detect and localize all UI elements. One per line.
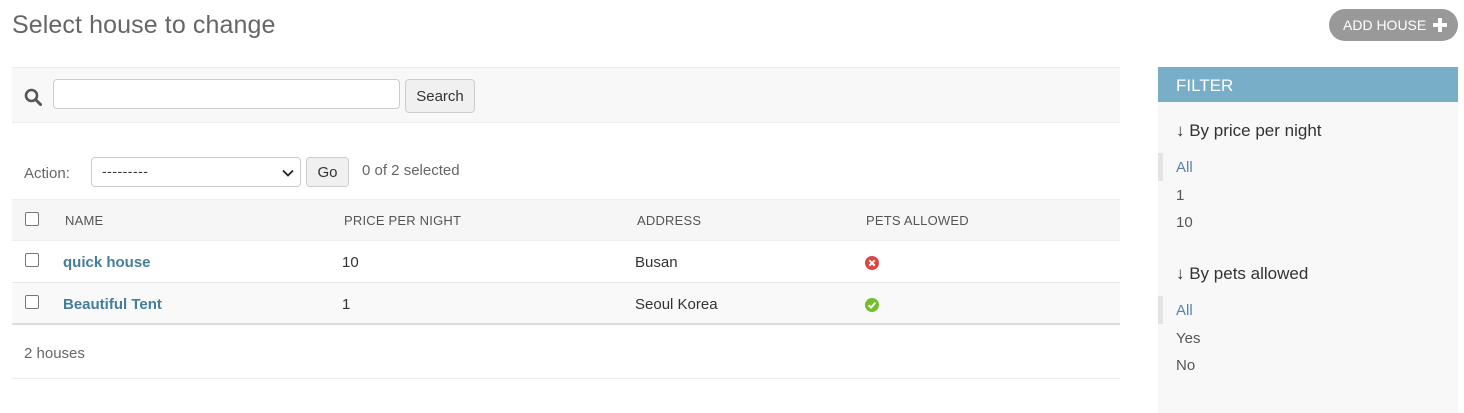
result-count: 2 houses bbox=[24, 345, 85, 362]
action-label: Action: bbox=[24, 165, 70, 182]
table-header: NAME PRICE PER NIGHT ADDRESS PETS ALLOWE… bbox=[12, 199, 1120, 241]
search-button[interactable]: Search bbox=[405, 79, 475, 113]
selected-count: 0 of 2 selected bbox=[362, 162, 460, 179]
search-input[interactable] bbox=[53, 79, 400, 109]
no-icon bbox=[865, 256, 879, 270]
address-cell: Busan bbox=[635, 254, 678, 271]
address-cell: Seoul Korea bbox=[635, 296, 718, 313]
action-select[interactable]: --------- bbox=[91, 157, 301, 187]
price-cell: 1 bbox=[342, 296, 351, 313]
column-header-price[interactable]: PRICE PER NIGHT bbox=[344, 213, 461, 228]
row-checkbox[interactable] bbox=[25, 295, 39, 309]
plus-icon bbox=[1433, 18, 1447, 32]
filter-price-10[interactable]: 10 bbox=[1176, 214, 1193, 231]
chevron-down-icon bbox=[282, 169, 294, 177]
filter-price-1[interactable]: 1 bbox=[1176, 187, 1184, 204]
house-name-link[interactable]: quick house bbox=[63, 254, 151, 271]
select-all-checkbox[interactable] bbox=[25, 212, 39, 226]
filter-price-all[interactable]: All bbox=[1176, 159, 1193, 176]
filter-group-price-title: ↓ By price per night bbox=[1176, 121, 1322, 140]
table-row: quick house 10 Busan bbox=[12, 241, 1120, 283]
result-table: NAME PRICE PER NIGHT ADDRESS PETS ALLOWE… bbox=[12, 199, 1120, 325]
yes-icon bbox=[865, 298, 879, 312]
search-icon bbox=[24, 88, 42, 106]
actions-bar: Action: --------- Go 0 of 2 selected bbox=[12, 150, 1120, 198]
filter-group-pets-title: ↓ By pets allowed bbox=[1176, 264, 1309, 283]
price-cell: 10 bbox=[342, 254, 359, 271]
house-name-link[interactable]: Beautiful Tent bbox=[63, 296, 162, 313]
go-button[interactable]: Go bbox=[306, 157, 349, 187]
table-row: Beautiful Tent 1 Seoul Korea bbox=[12, 283, 1120, 325]
column-header-pets-allowed[interactable]: PETS ALLOWED bbox=[866, 213, 969, 228]
filter-pets-no[interactable]: No bbox=[1176, 357, 1195, 374]
filter-selected-indicator bbox=[1158, 153, 1163, 181]
filter-sidebar: FILTER ↓ By price per night All 1 10 ↓ B… bbox=[1158, 67, 1458, 413]
column-header-address[interactable]: ADDRESS bbox=[637, 213, 701, 228]
filter-pets-all[interactable]: All bbox=[1176, 302, 1193, 319]
paginator: 2 houses bbox=[12, 326, 1120, 379]
add-house-button[interactable]: ADD HOUSE bbox=[1329, 9, 1458, 41]
search-toolbar: Search bbox=[12, 67, 1120, 123]
filter-pets-yes[interactable]: Yes bbox=[1176, 330, 1200, 347]
add-house-label: ADD HOUSE bbox=[1343, 17, 1427, 33]
column-header-name[interactable]: NAME bbox=[65, 213, 103, 228]
page-title: Select house to change bbox=[12, 11, 276, 39]
filter-title: FILTER bbox=[1158, 67, 1458, 102]
row-checkbox[interactable] bbox=[25, 253, 39, 267]
action-select-value: --------- bbox=[102, 163, 149, 179]
filter-selected-indicator bbox=[1158, 296, 1163, 324]
